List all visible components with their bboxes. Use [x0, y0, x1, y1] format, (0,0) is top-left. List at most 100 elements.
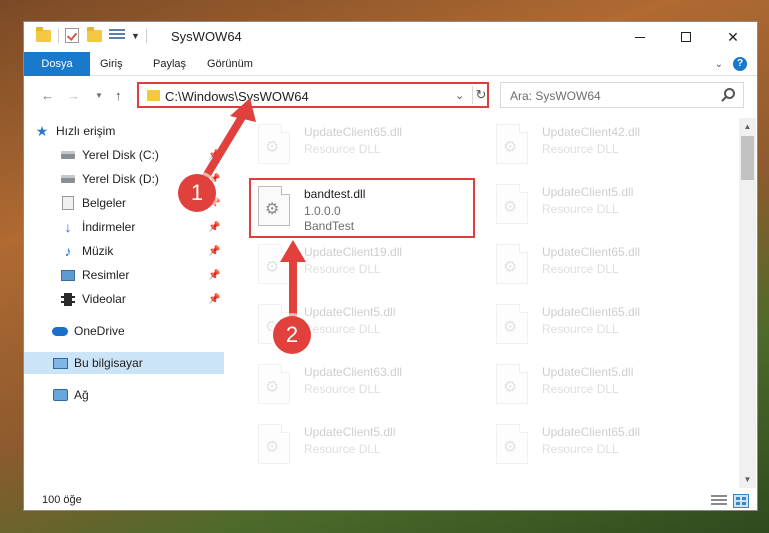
scroll-down-arrow-icon[interactable]: ▼ [739, 471, 756, 488]
tab-view[interactable]: Görünüm [207, 52, 253, 76]
folder-icon [147, 90, 160, 101]
file-item[interactable]: UpdateClient65.dll Resource DLL [488, 238, 708, 290]
sidebar-item-onedrive[interactable]: OneDrive [24, 320, 224, 342]
onedrive-icon [52, 323, 68, 339]
up-arrow-icon[interactable]: ↑ [115, 88, 122, 103]
dll-file-icon [258, 186, 290, 226]
details-view-icon[interactable] [711, 495, 727, 507]
scroll-up-arrow-icon[interactable]: ▲ [739, 118, 756, 135]
sidebar-item-label: Hızlı erişim [56, 124, 116, 138]
sidebar-item-this-pc[interactable]: Bu bilgisayar [24, 352, 224, 374]
step-2-badge: 2 [273, 316, 311, 354]
minimize-button[interactable] [617, 22, 663, 52]
search-input[interactable]: Ara: SysWOW64 [500, 82, 744, 108]
file-item[interactable]: UpdateClient65.dll Resource DLL [250, 118, 470, 170]
recent-locations-chevron-icon[interactable]: ▼ [95, 91, 103, 100]
expand-ribbon-chevron-icon[interactable]: ⌄ [715, 59, 723, 70]
sidebar-item-downloads[interactable]: ↓ İndirmeler 📌 [24, 216, 224, 238]
file-list: UpdateClient65.dll Resource DLL bandtest… [244, 118, 739, 488]
network-icon [52, 387, 68, 403]
dll-file-icon [496, 304, 528, 344]
file-name: bandtest.dll [304, 187, 366, 201]
sidebar-item-network[interactable]: Ağ [24, 384, 224, 406]
file-item[interactable]: UpdateClient5.dll Resource DLL [488, 178, 708, 230]
file-name: UpdateClient5.dll [304, 425, 396, 439]
dll-file-icon [496, 124, 528, 164]
forward-arrow-icon[interactable]: → [67, 88, 80, 103]
back-arrow-icon[interactable]: ← [41, 88, 54, 103]
refresh-icon[interactable]: ↻ [472, 86, 489, 104]
search-placeholder: Ara: SysWOW64 [510, 89, 601, 103]
maximize-button[interactable] [663, 22, 709, 52]
file-name: UpdateClient19.dll [304, 245, 403, 259]
sidebar-item-label: Resimler [82, 268, 130, 282]
video-icon [60, 291, 76, 307]
ribbon-tabs: Dosya Giriş Paylaş Görünüm ⌄ ? [24, 52, 757, 76]
title-bar: ▼ SysWOW64 ✕ [24, 22, 757, 52]
sidebar-item-label: Ağ [74, 388, 89, 402]
file-type: Resource DLL [304, 262, 381, 276]
address-row: ← → ▼ ↑ C:\Windows\SysWOW64 ⌄ ↻ Ara: Sys… [24, 77, 757, 113]
sidebar-item-label: Videolar [82, 292, 126, 306]
window-title: SysWOW64 [171, 29, 242, 44]
toolbar-divider [145, 29, 147, 43]
vertical-scrollbar[interactable]: ▲ ▼ [739, 118, 756, 488]
disk-icon [60, 147, 76, 163]
address-path[interactable]: C:\Windows\SysWOW64 [165, 89, 309, 104]
file-name: UpdateClient5.dll [542, 185, 634, 199]
folder-icon [36, 27, 52, 44]
tab-file[interactable]: Dosya [24, 52, 90, 76]
pin-icon: 📌 [208, 245, 221, 257]
tab-share[interactable]: Paylaş [153, 52, 186, 76]
dll-file-icon [258, 364, 290, 404]
dll-file-icon [258, 124, 290, 164]
sidebar-item-label: Bu bilgisayar [74, 356, 143, 370]
sidebar-item-local-disk-c[interactable]: Yerel Disk (C:) 📌 [24, 144, 224, 166]
file-type: Resource DLL [542, 442, 619, 456]
this-pc-icon [52, 355, 68, 371]
address-bar[interactable]: C:\Windows\SysWOW64 ⌄ ↻ [137, 82, 489, 108]
file-item-bandtest[interactable]: bandtest.dll 1.0.0.0 BandTest [250, 180, 470, 233]
tab-home[interactable]: Giriş [100, 52, 123, 76]
properties-check-icon[interactable] [65, 28, 81, 44]
sidebar-item-label: Müzik [82, 244, 114, 258]
file-item[interactable]: UpdateClient65.dll Resource DLL [488, 418, 708, 470]
customize-toolbar-chevron-icon[interactable]: ▼ [131, 31, 140, 41]
pictures-icon [60, 267, 76, 283]
file-name: UpdateClient5.dll [542, 365, 634, 379]
sidebar-item-label: Yerel Disk (D:) [82, 172, 159, 186]
dll-file-icon [496, 364, 528, 404]
file-type: Resource DLL [304, 382, 381, 396]
sidebar-item-music[interactable]: ♪ Müzik 📌 [24, 240, 224, 262]
file-description: BandTest [304, 219, 355, 233]
file-item[interactable]: UpdateClient42.dll Resource DLL [488, 118, 708, 170]
new-folder-icon[interactable] [87, 27, 103, 44]
file-version: 1.0.0.0 [304, 204, 341, 218]
address-history-chevron-icon[interactable]: ⌄ [455, 89, 464, 102]
properties-icon[interactable] [109, 28, 125, 44]
toolbar-divider [58, 29, 59, 43]
dll-file-icon [496, 184, 528, 224]
scrollbar-thumb[interactable] [741, 136, 754, 180]
sidebar-item-quick-access[interactable]: ★ Hızlı erişim [24, 120, 224, 142]
help-icon[interactable]: ? [733, 57, 747, 71]
file-item[interactable]: UpdateClient19.dll Resource DLL [250, 238, 470, 290]
sidebar-item-pictures[interactable]: Resimler 📌 [24, 264, 224, 286]
pin-icon: 📌 [208, 269, 221, 281]
pin-icon: 📌 [208, 149, 221, 161]
large-icons-view-icon[interactable] [733, 494, 749, 508]
file-item[interactable]: UpdateClient5.dll Resource DLL [250, 418, 470, 470]
file-type: Resource DLL [542, 202, 619, 216]
documents-icon [60, 195, 76, 211]
dll-file-icon [258, 244, 290, 284]
file-type: Resource DLL [304, 442, 381, 456]
sidebar-item-label: Belgeler [82, 196, 127, 210]
sidebar-item-videos[interactable]: Videolar 📌 [24, 288, 224, 310]
status-bar: 100 öğe [24, 490, 757, 510]
file-item[interactable]: UpdateClient63.dll Resource DLL [250, 358, 470, 410]
file-item[interactable]: UpdateClient65.dll Resource DLL [488, 298, 708, 350]
file-item[interactable]: UpdateClient5.dll Resource DLL [488, 358, 708, 410]
search-icon[interactable] [724, 88, 735, 99]
close-button[interactable]: ✕ [710, 22, 756, 52]
dll-file-icon [496, 424, 528, 464]
